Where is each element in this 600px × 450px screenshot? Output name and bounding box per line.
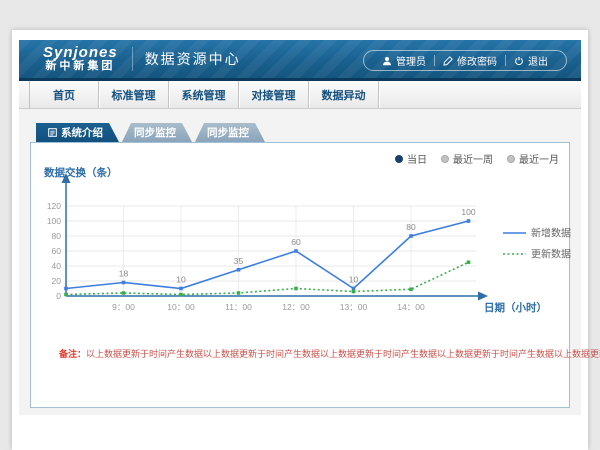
- y-tick-label: 100: [47, 216, 61, 226]
- nav-item-integration-management[interactable]: 对接管理: [239, 81, 309, 108]
- x-tick-label: 9：00: [112, 302, 135, 312]
- user-menu-button[interactable]: 管理员: [374, 53, 434, 68]
- user-toolbar: 管理员 修改密码 退出: [363, 50, 567, 71]
- data-point-marker: [122, 281, 126, 285]
- data-point-marker: [64, 293, 68, 297]
- x-tick-label: 13：00: [340, 302, 368, 312]
- data-point-label: 80: [406, 222, 416, 232]
- tab-label: 同步监控: [134, 125, 176, 140]
- line-chart: 9：00 10：00 11：00 12：00 13：00 14：00 0 20 40 60 80 10…: [31, 161, 569, 321]
- data-point-label: 35: [234, 256, 244, 266]
- data-point-marker: [294, 287, 298, 291]
- data-point-marker: [237, 291, 241, 295]
- header-divider: [132, 47, 133, 71]
- data-point-label: 10: [349, 275, 359, 285]
- data-point-label: 60: [291, 237, 301, 247]
- data-point-marker: [409, 287, 413, 291]
- y-axis-title: 数据交换（条）: [43, 166, 118, 179]
- document-icon: [48, 128, 57, 137]
- chart-panel: 当日 最近一周 最近一月 9：0010：0011：0012：0013：0014：…: [30, 142, 570, 408]
- app-window: Synjones 新中新集团 数据资源中心 管理员: [12, 30, 588, 450]
- x-tick-label: 11：00: [225, 302, 252, 312]
- y-tick-label: 60: [52, 246, 62, 256]
- tab-sync-monitor-1[interactable]: 同步监控: [122, 123, 192, 142]
- y-tick-label: 80: [52, 231, 62, 241]
- data-point-marker: [294, 249, 298, 253]
- tab-label: 系统介绍: [61, 125, 103, 140]
- data-point-marker: [179, 293, 183, 297]
- tab-sync-monitor-2[interactable]: 同步监控: [195, 123, 265, 142]
- y-tick-label: 20: [52, 276, 62, 286]
- y-tick-label: 40: [52, 261, 62, 271]
- data-point-label: 10: [176, 275, 186, 285]
- nav-item-home[interactable]: 首页: [29, 81, 99, 108]
- x-tick-label: 14：00: [397, 302, 425, 312]
- edit-icon: [443, 56, 453, 66]
- data-point-marker: [237, 268, 241, 272]
- data-point-marker: [409, 234, 413, 238]
- user-icon: [382, 56, 392, 66]
- data-point-label: 18: [119, 269, 129, 279]
- footnote-text: 以上数据更新于时间产生数据以上数据更新于时间产生数据以上数据更新于时间产生数据以…: [86, 349, 600, 359]
- footnote: 备注：以上数据更新于时间产生数据以上数据更新于时间产生数据以上数据更新于时间产生…: [59, 347, 600, 360]
- legend-label: 新增数据: [531, 227, 571, 240]
- tab-label: 同步监控: [207, 125, 249, 140]
- change-password-button[interactable]: 修改密码: [435, 53, 505, 68]
- content-area: 系统介绍 同步监控 同步监控 当日 最近一周: [19, 109, 581, 415]
- footnote-prefix: 备注：: [59, 349, 86, 359]
- user-label: 管理员: [396, 53, 426, 68]
- main-nav: 首页 标准管理 系统管理 对接管理 数据异动: [19, 81, 581, 109]
- data-point-marker: [122, 291, 126, 295]
- x-axis-arrow-icon: [478, 292, 488, 301]
- data-point-label: 100: [461, 207, 475, 217]
- y-tick-label: 120: [47, 201, 61, 211]
- tab-bar: 系统介绍 同步监控 同步监控: [36, 123, 265, 142]
- nav-item-system-management[interactable]: 系统管理: [169, 81, 239, 108]
- x-tick-label: 10：00: [167, 302, 195, 312]
- app-title: 数据资源中心: [145, 49, 241, 69]
- data-point-marker: [179, 287, 183, 291]
- data-point-marker: [467, 219, 471, 223]
- nav-item-data-change[interactable]: 数据异动: [309, 81, 379, 108]
- brand-logo-text: Synjones: [43, 45, 118, 61]
- logout-label: 退出: [528, 53, 548, 68]
- data-point-marker: [64, 287, 68, 291]
- app-header: Synjones 新中新集团 数据资源中心 管理员: [19, 40, 581, 81]
- brand-logo-subtext: 新中新集团: [43, 61, 118, 73]
- power-icon: [514, 56, 524, 66]
- tab-system-intro[interactable]: 系统介绍: [36, 123, 119, 142]
- brand-logo: Synjones 新中新集团: [43, 45, 118, 72]
- logout-button[interactable]: 退出: [506, 53, 556, 68]
- change-password-label: 修改密码: [457, 53, 497, 68]
- x-tick-label: 12：00: [282, 302, 310, 312]
- data-point-marker: [467, 260, 471, 264]
- nav-item-standard-management[interactable]: 标准管理: [99, 81, 169, 108]
- y-tick-label: 0: [56, 291, 61, 301]
- data-point-marker: [352, 290, 356, 294]
- legend-label: 更新数据: [531, 248, 571, 261]
- x-axis-title: 日期（小时）: [484, 301, 547, 314]
